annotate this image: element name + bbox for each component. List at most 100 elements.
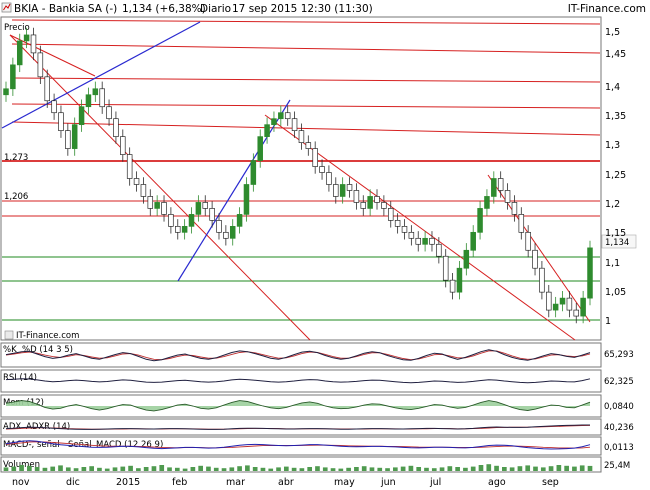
candle-body <box>10 64 16 90</box>
volume-bar <box>120 466 126 471</box>
candle-body <box>491 178 497 197</box>
candle-body <box>65 130 71 149</box>
candle-body <box>319 166 325 173</box>
y-tick-1-1: 1,1 <box>605 258 620 269</box>
volume-bar <box>369 467 375 471</box>
candle-body <box>511 202 518 215</box>
candle-body <box>367 196 373 209</box>
rsi-title: RSI (14) <box>3 373 37 383</box>
candle-body <box>3 88 9 96</box>
y-tick-1-25: 1,25 <box>605 170 626 181</box>
candle-body <box>78 106 85 126</box>
candle-body <box>566 297 573 311</box>
candle-body <box>580 297 586 317</box>
candle-body <box>264 124 270 137</box>
candle-body <box>236 214 243 227</box>
x-tick-dic: dic <box>66 477 80 488</box>
candle-body <box>408 231 415 239</box>
x-tick-nov: nov <box>12 477 30 488</box>
volume-bar <box>525 465 531 471</box>
volume-bar <box>50 466 56 471</box>
candle-body <box>333 184 339 197</box>
candle-body <box>456 267 463 293</box>
volume-bar <box>470 466 476 471</box>
price-panel-title: Precio <box>4 23 30 33</box>
candle-body <box>257 136 263 161</box>
volume-bar <box>385 468 390 471</box>
candle-body <box>436 243 442 257</box>
volume-bar <box>517 466 523 471</box>
volume-bar <box>276 467 281 471</box>
candle-body <box>99 88 105 108</box>
candle-body <box>429 237 435 245</box>
volume-bar <box>400 466 406 471</box>
x-tick-may: may <box>334 477 355 488</box>
candle-body <box>559 297 566 305</box>
candle-body <box>353 190 360 203</box>
volume-bar <box>112 467 118 471</box>
candle-body <box>394 220 401 227</box>
volume-bar <box>245 465 250 471</box>
candle-body <box>546 291 552 311</box>
macd-title: MACD-, señal <box>3 440 60 450</box>
candle-body <box>504 190 511 203</box>
candle-body <box>175 226 181 233</box>
candle-body <box>71 124 78 149</box>
volume-bar <box>11 466 17 471</box>
candle-body <box>209 208 215 221</box>
candle-body <box>147 196 154 209</box>
y-tick-1-15: 1,15 <box>605 228 626 239</box>
candle-body <box>422 237 428 245</box>
volume-bar <box>346 467 351 471</box>
volume-bar <box>478 465 484 471</box>
y-tick-1-35: 1,35 <box>605 111 626 122</box>
x-tick-jun: jun <box>380 477 396 488</box>
volume-bar <box>206 466 211 471</box>
candle-body <box>223 231 229 239</box>
candle-body <box>181 226 188 233</box>
candle-body <box>133 178 140 185</box>
candle-body <box>387 208 394 221</box>
volume-bar <box>455 467 460 471</box>
volume-bar <box>587 465 593 471</box>
candle-body <box>188 214 195 227</box>
candle-body <box>85 94 92 108</box>
chart-window: BKIA - Bankia SA (-) 1,134 (+6,38%) Diar… <box>0 0 650 490</box>
volume-bar <box>447 466 453 471</box>
volume-bar <box>431 468 437 471</box>
volume-bar <box>548 466 554 471</box>
candle-body <box>92 88 99 96</box>
candle-body <box>250 160 257 185</box>
candle-body <box>284 112 291 120</box>
price-panel: Precio 1,273 1,206 1,134 IT-Finance.com <box>0 16 637 341</box>
price-y-axis: 1,5 1,45 1,4 1,35 1,3 1,25 1,2 1,15 1,1 … <box>605 27 626 327</box>
volume-bar <box>330 468 336 471</box>
x-tick-sep: sep <box>542 477 559 488</box>
candle-body <box>477 208 483 233</box>
volume-bar <box>89 466 94 471</box>
candle-body <box>539 267 545 293</box>
x-tick-jul: jul <box>429 477 441 488</box>
candle-body <box>326 172 332 185</box>
candle-body <box>401 226 408 233</box>
volume-bar <box>494 465 499 471</box>
volume-value: 25,4M <box>604 461 630 471</box>
header-datetime: 17 sep 2015 12:30 (11:30) <box>232 3 373 15</box>
x-tick-2015: 2015 <box>116 477 140 488</box>
volume-bar <box>502 467 507 471</box>
candle-body <box>532 249 538 269</box>
y-tick-1-2: 1,2 <box>605 199 620 210</box>
y-tick-1-45: 1,45 <box>605 49 626 60</box>
volume-bar <box>579 465 585 471</box>
candle-body <box>154 202 160 209</box>
volume-bar <box>174 467 180 471</box>
candle-body <box>168 214 174 227</box>
volume-bar <box>377 467 383 471</box>
mom-value: 0,0840 <box>604 402 634 412</box>
volume-bar <box>34 467 40 471</box>
volume-bar <box>424 467 429 471</box>
y-tick-1-05: 1,05 <box>605 287 626 298</box>
volume-bar <box>463 467 468 471</box>
volume-bar <box>97 467 102 471</box>
y-tick-1-5: 1,5 <box>605 27 620 38</box>
